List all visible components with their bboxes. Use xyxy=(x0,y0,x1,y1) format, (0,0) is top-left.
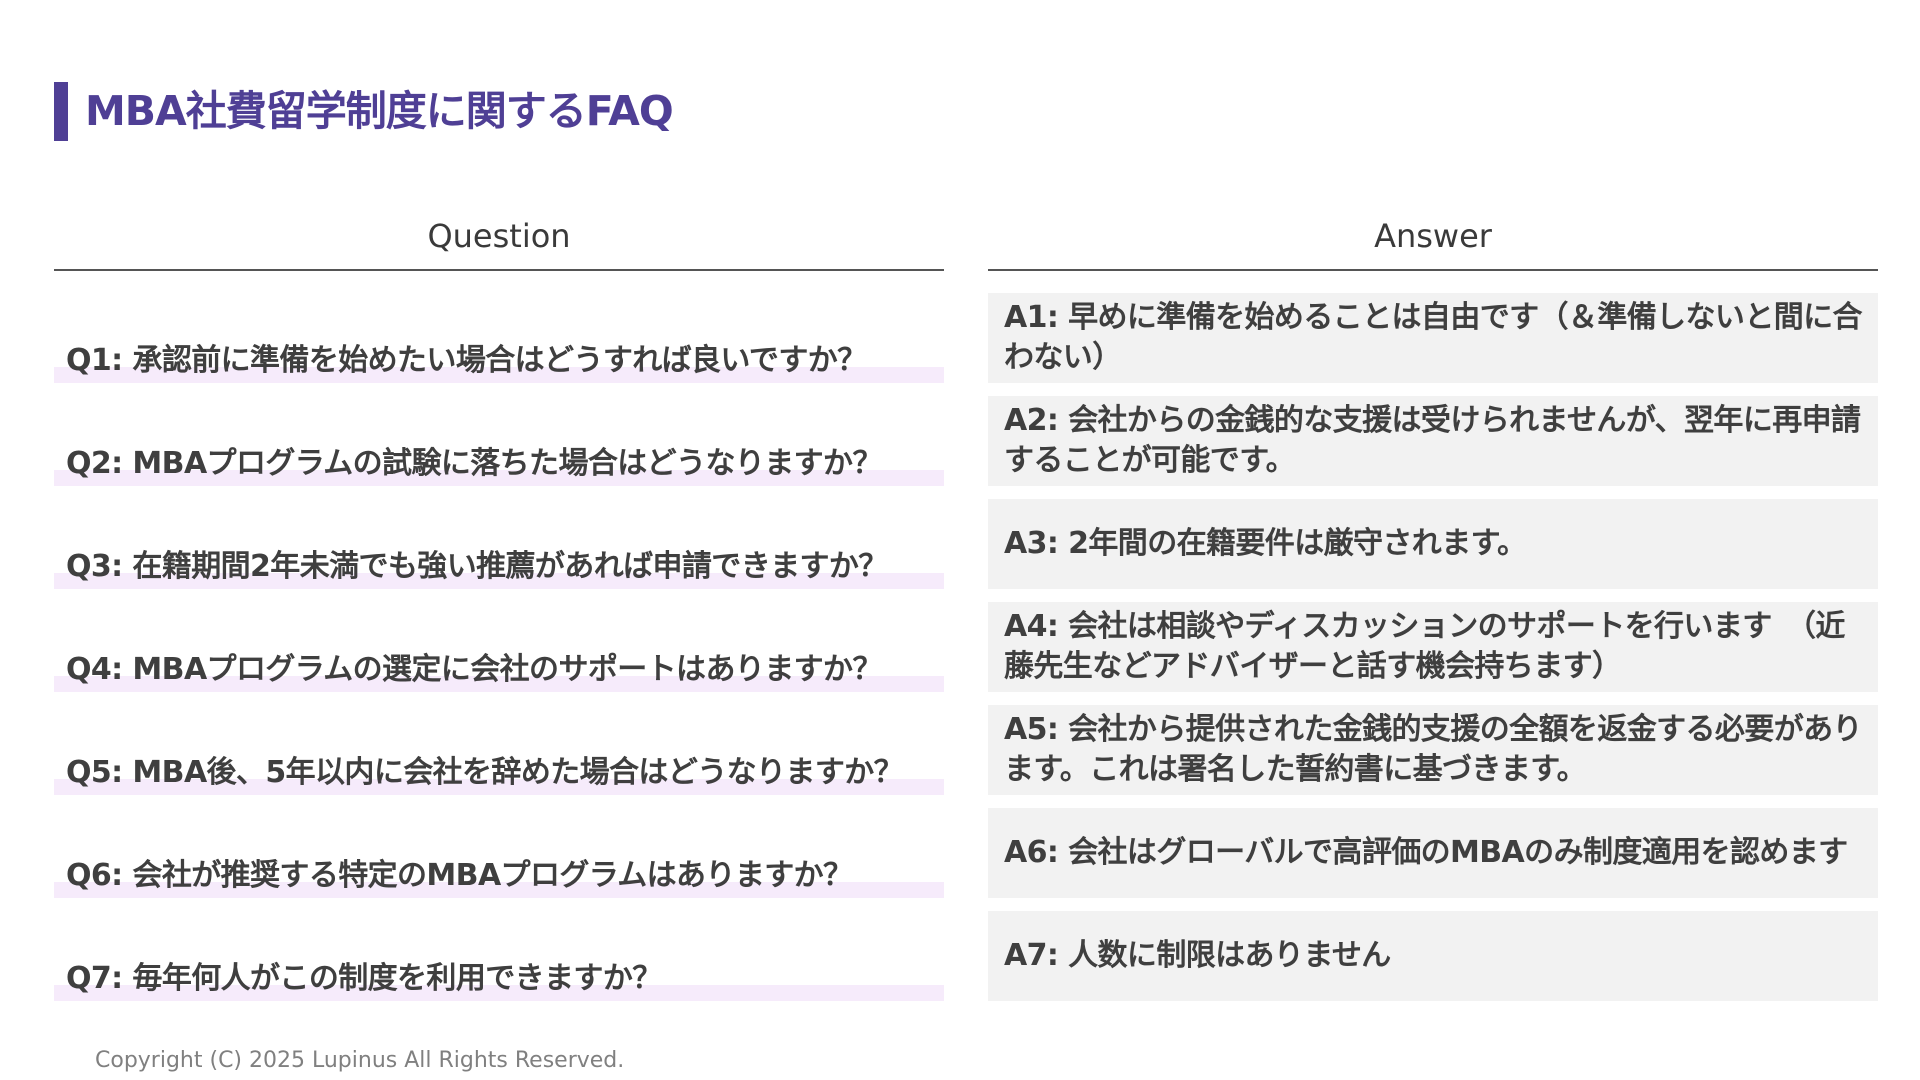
question-text: Q2: MBAプログラムの試験に落ちた場合はどうなりますか？ xyxy=(66,446,882,481)
question-row-3: Q3: 在籍期間2年未満でも強い推薦があれば申請できますか？ xyxy=(54,499,944,589)
copyright-text: Copyright (C) 2025 Lupinus All Rights Re… xyxy=(95,1048,625,1073)
question-text: Q3: 在籍期間2年未満でも強い推薦があれば申請できますか？ xyxy=(66,549,888,584)
answer-row-3: A3: 2年間の在籍要件は厳守されます。 xyxy=(988,499,1878,589)
answer-row-6: A6: 会社はグローバルで高評価のMBAのみ制度適用を認めます xyxy=(988,808,1878,898)
question-row-5: Q5: MBA後、5年以内に会社を辞めた場合はどうなりますか？ xyxy=(54,705,944,795)
answer-row-5: A5: 会社から提供された金銭的支援の全額を返金する必要があります。これは署名し… xyxy=(988,705,1878,795)
question-text: Q1: 承認前に準備を始めたい場合はどうすれば良いですか？ xyxy=(66,343,867,378)
answer-row-4: A4: 会社は相談やディスカッションのサポートを行います （近藤先生などアドバイ… xyxy=(988,602,1878,692)
title-accent-bar xyxy=(54,82,68,141)
question-header-divider xyxy=(54,269,944,271)
question-text: Q6: 会社が推奨する特定のMBAプログラムはありますか？ xyxy=(66,858,853,893)
answer-header-divider xyxy=(988,269,1878,271)
question-text: Q5: MBA後、5年以内に会社を辞めた場合はどうなりますか？ xyxy=(66,755,904,790)
answer-text: A1: 早めに準備を始めることは自由です（＆準備しないと間に合わない） xyxy=(1004,300,1863,375)
question-row-2: Q2: MBAプログラムの試験に落ちた場合はどうなりますか？ xyxy=(54,396,944,486)
answer-column-header: Answer xyxy=(1374,217,1492,255)
question-row-4: Q4: MBAプログラムの選定に会社のサポートはありますか？ xyxy=(54,602,944,692)
answer-text: A6: 会社はグローバルで高評価のMBAのみ制度適用を認めます xyxy=(1004,835,1848,870)
answer-text: A7: 人数に制限はありません xyxy=(1004,938,1391,973)
answer-text: A3: 2年間の在籍要件は厳守されます。 xyxy=(1004,526,1527,561)
page-title: MBA社費留学制度に関するFAQ xyxy=(85,87,674,135)
answer-row-1: A1: 早めに準備を始めることは自由です（＆準備しないと間に合わない） xyxy=(988,293,1878,383)
question-row-6: Q6: 会社が推奨する特定のMBAプログラムはありますか？ xyxy=(54,808,944,898)
answer-text: A2: 会社からの金銭的な支援は受けられませんが、翌年に再申請することが可能です… xyxy=(1004,403,1861,478)
question-row-7: Q7: 毎年何人がこの制度を利用できますか？ xyxy=(54,911,944,1001)
answer-row-7: A7: 人数に制限はありません xyxy=(988,911,1878,1001)
answer-row-2: A2: 会社からの金銭的な支援は受けられませんが、翌年に再申請することが可能です… xyxy=(988,396,1878,486)
question-column-header: Question xyxy=(427,217,571,255)
faq-slide: MBA社費留学制度に関するFAQ Question Answer Q1: 承認前… xyxy=(0,0,1920,1080)
question-text: Q7: 毎年何人がこの制度を利用できますか？ xyxy=(66,961,662,996)
answer-text: A5: 会社から提供された金銭的支援の全額を返金する必要があります。これは署名し… xyxy=(1004,712,1863,787)
answer-text: A4: 会社は相談やディスカッションのサポートを行います （近藤先生などアドバイ… xyxy=(1004,609,1845,684)
question-text: Q4: MBAプログラムの選定に会社のサポートはありますか？ xyxy=(66,652,882,687)
question-row-1: Q1: 承認前に準備を始めたい場合はどうすれば良いですか？ xyxy=(54,293,944,383)
